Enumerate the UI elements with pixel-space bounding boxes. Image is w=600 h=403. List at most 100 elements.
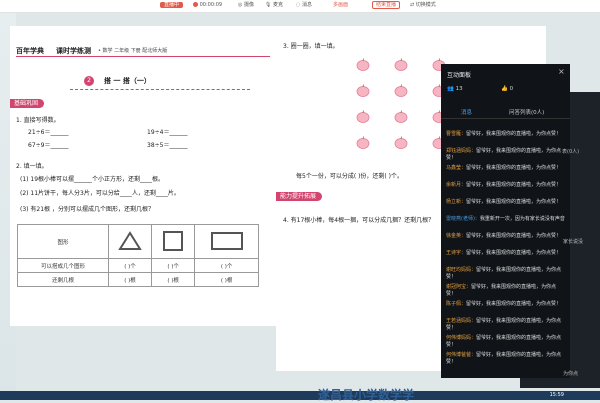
apple-icon [394,136,408,149]
chat-message: 郑钰涵妈妈：留爷好，我来围观你的直播啦，为你点赞！ [446,148,566,162]
book-brand: 百年学典 [16,47,44,55]
switch-mode-label: 切换模式 [415,2,436,8]
question-3: (3) 有21根 ，分别可以摆成几个图形，还剩几根？ [20,206,154,213]
table-cell: ( )根 [194,272,259,287]
live-status: 直播中 [160,1,184,10]
chat-text: 我重新开一次，因为有家长说没有声音 [479,216,565,222]
chat-message: 雷晓燕(老师)：我重新开一次，因为有家长说没有声音 [446,216,566,223]
chat-sender: 曹雪雁： [446,131,467,137]
square-shape-cell [151,224,196,259]
triangle-sticks-icon [118,230,142,250]
sound-button[interactable]: ◌ 消息 [296,1,312,10]
square-sticks-icon [163,230,184,251]
chat-message: 谢冠阿宝：留爷好，我来围观你的直播啦，为你点赞！ [446,284,566,298]
chat-message: 王诗宇：留爷好，我来围观你的直播啦，为你点赞！ [446,250,566,257]
switch-icon: ⇄ [410,2,415,8]
chat-sender: 徐金英： [446,233,467,239]
chat-text: 留爷好，我来围观你的直播啦，为你点赞！ [466,250,562,256]
chat-sender: 何伟博妈妈： [446,335,477,341]
camera-label: 摄像 [243,2,254,8]
chat-message: 何伟博爸爸：留爷好，我来围观你的直播啦，为你点赞！ [446,352,566,366]
apple-icon [356,84,370,97]
chat-text: 留爷好，我来围观你的直播啦，为你点赞！ [466,182,562,188]
likes-value: 0 [509,86,514,92]
book-meta: • 数学 二年级 下册 配北师大版 [98,48,168,54]
chat-message: 徐金英：留爷好，我来围观你的直播啦，为你点赞！ [446,233,566,240]
secondary-fragment: 为你点 [563,371,579,377]
tray-clock: 15:59 [549,392,564,398]
chat-sender: 余新月： [446,182,467,188]
chat-text: 留爷好，我来围观你的直播啦，为你点赞！ [466,131,562,137]
online-users: 👥 13 [447,86,463,92]
chat-text: 留爷好，我来围观你的直播啦，为你点赞！ [466,165,562,171]
apple-icon [356,58,370,71]
header-divider [16,56,270,57]
question-1: 1. 直接写得数。 [16,117,60,124]
mic-label: 麦克 [272,2,283,8]
record-dot-icon [193,2,198,7]
question-2: 2. 填一填。 [16,163,48,170]
table-cell: ( )个 [194,258,259,273]
speaker-icon: ◌ [296,2,301,8]
apple-icon [394,110,408,123]
live-toolbar: 直播中 00:00:09 ◎ 摄像 🎙 麦克 ◌ 消息 多画面 结束直播 ⇄ 切… [0,0,600,13]
q1-item: 21÷6＝______ [28,129,69,136]
mic-button[interactable]: 🎙 麦克 [265,1,283,10]
chat-message: 王若涵妈妈：留爷好，我来围观你的直播啦，为你点赞！ [446,318,566,332]
apple-icon [394,84,408,97]
table-cell: ( )个 [151,258,196,273]
switch-mode-button[interactable]: ⇄ 切换模式 [410,1,436,10]
panel-title: 互动面板 [447,72,472,79]
chat-sender: 王若涵妈妈： [446,318,477,324]
watermark-text: 遂昌县小学数学学 [318,388,415,402]
question-4: 4. 有17根小棒，每4根一捆，可以分成几捆？还剩几根？ [283,217,435,224]
lesson-number: 2 [84,76,94,86]
end-live-button[interactable]: 结束直播 [372,1,401,10]
live-badge: 直播中 [160,2,184,8]
chat-text: 留爷好，我来围观你的直播啦，为你点赞！ [466,199,562,205]
tab-questions[interactable]: 问答列表(0人) [509,108,544,116]
chat-sender: 谢冠阿宝： [446,284,472,290]
camera-icon: ◎ [238,2,243,8]
chat-sender: 郑钰涵妈妈： [446,148,477,154]
chat-message: 曹雪雁：留爷好，我来围观你的直播啦，为你点赞！ [446,131,566,138]
multi-view-label: 多画面 [333,2,349,8]
users-icon: 👥 [447,86,454,92]
q1-item: 38÷5＝______ [147,142,188,149]
panel-close-button[interactable]: × [558,67,565,76]
title-underline [70,89,250,90]
chat-message: 余新月：留爷好，我来围观你的直播啦，为你点赞！ [446,182,566,189]
chat-sender: 陈子佩： [446,301,467,307]
table-cell: ( )根 [107,272,153,287]
shapes-table: 图形 可以搭成几个图形 ( )个 ( )个 ( )个 还剩几根 ( )根 ( )… [17,224,259,287]
taskbar: 15:59 [0,391,600,400]
chat-sender: 何伟博爸爸： [446,352,477,358]
chat-text: 留爷好，我来围观你的直播啦，为你点赞！ [466,233,562,239]
rectangle-shape-cell [194,224,259,259]
chat-message: 谢旺均妈妈：留爷好，我来围观你的直播啦，为你点赞！ [446,267,566,281]
recording-indicator: 00:00:09 [193,1,222,10]
tab-chat[interactable]: 消息 [461,108,472,116]
chat-sender: 马鑫莹： [446,165,467,171]
live-timer: 00:00:09 [199,2,223,8]
lesson-title: 搭 一 搭（一） [104,77,151,85]
apple-icon [356,110,370,123]
table-cell: ( )根 [151,272,196,287]
rectangle-sticks-icon [210,231,243,250]
table-row-label: 可以搭成几个图形 [17,258,109,273]
question-3-right: 3. 圈一圈，填一填。 [283,43,339,50]
secondary-fragment: 表(0人) [562,149,580,155]
like-count: 👍 0 [501,86,513,92]
multi-view-button[interactable]: 多画面 [333,1,348,10]
chat-message: 杨立新：留爷好，我来围观你的直播啦，为你点赞！ [446,199,566,206]
triangle-shape-cell [107,224,153,259]
mic-icon: 🎙 [265,2,272,8]
fill-sentence: 每5个一份，可以分成( )份，还剩( )个。 [296,173,403,180]
section-extend-banner: 能力提升拓展 [276,192,323,201]
table-cell: ( )个 [107,258,153,273]
secondary-fragment: 家长说没 [563,239,584,245]
camera-button[interactable]: ◎ 摄像 [238,1,254,10]
question-2-2: (2) 11片饼干，每人分3片，可以分给____人，还剩____片。 [20,190,180,197]
sound-label: 消息 [301,2,312,8]
q1-item: 19÷4＝______ [147,129,188,136]
